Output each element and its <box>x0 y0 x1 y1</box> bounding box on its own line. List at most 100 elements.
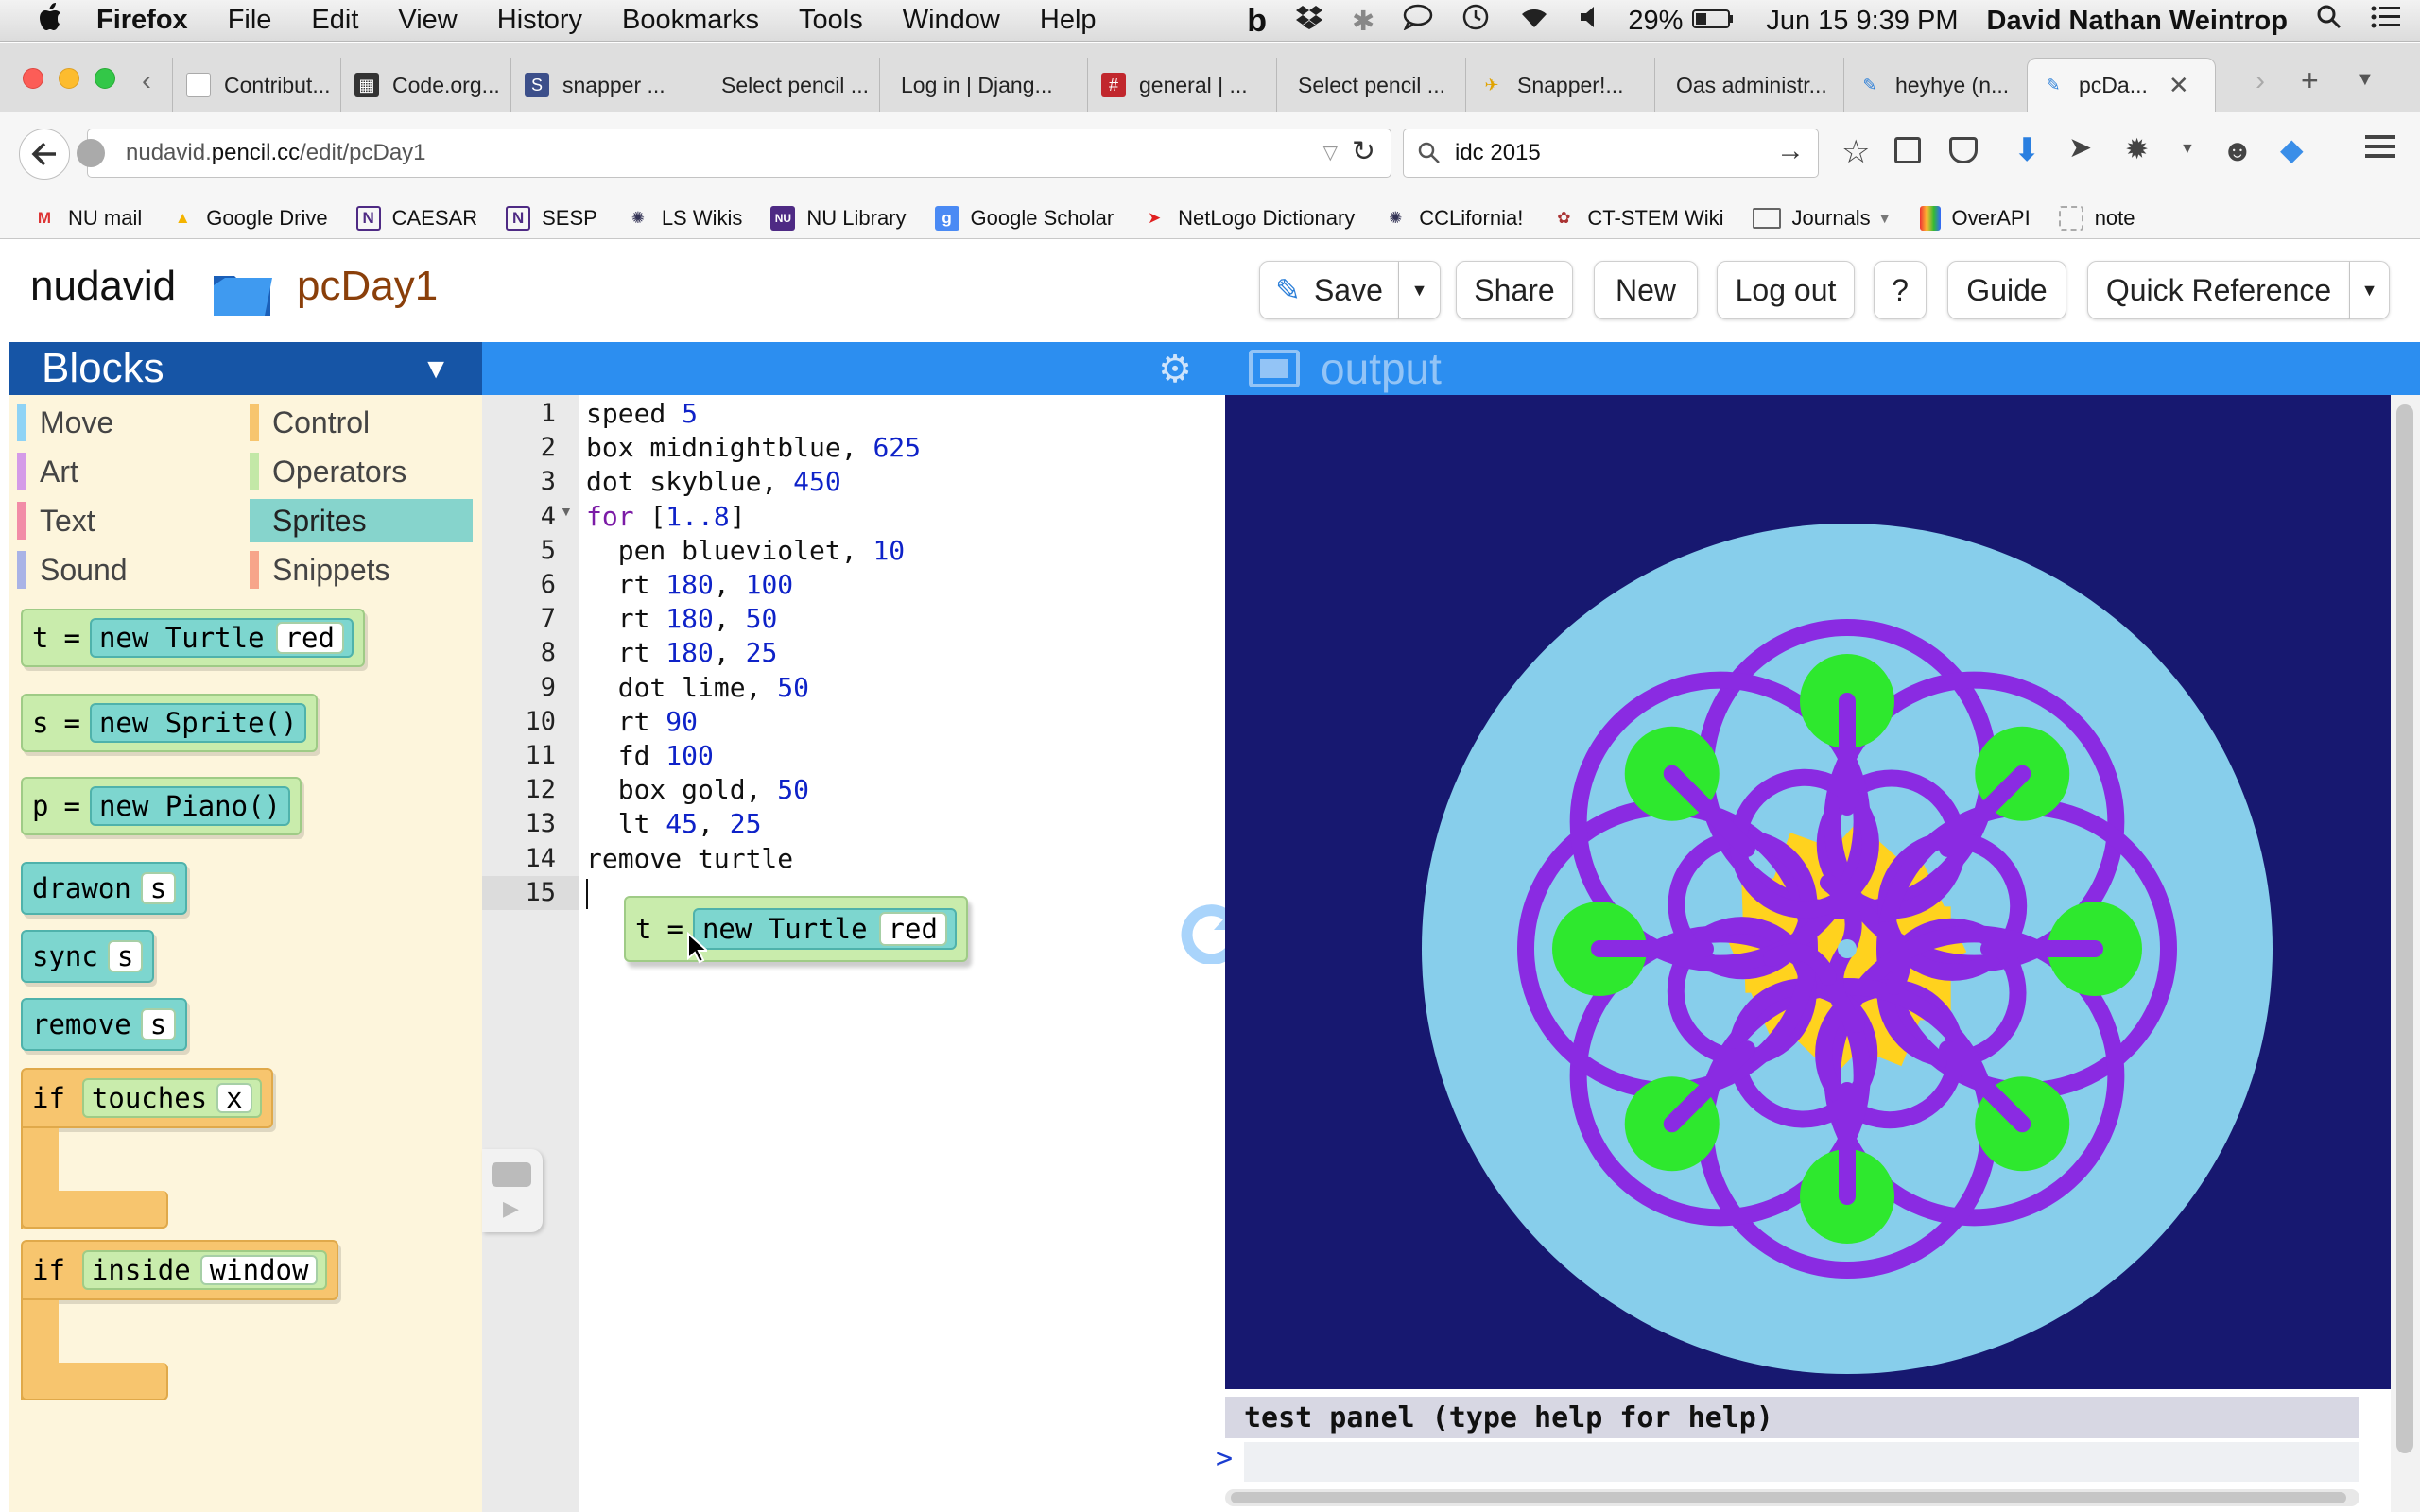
tab-general[interactable]: # general | ... <box>1087 58 1276 112</box>
new-sprite-block[interactable]: s = new Sprite() <box>21 694 319 752</box>
wifi-icon[interactable] <box>1518 5 1550 37</box>
bookmark-ct-stem-wiki[interactable]: ✿ CT-STEM Wiki <box>1551 206 1723 231</box>
quick-reference-button[interactable]: Quick Reference <box>2087 261 2350 319</box>
category-text[interactable]: Text <box>17 499 244 542</box>
tab-contributors[interactable]: Contribut... <box>172 58 340 112</box>
bookmark-nu-mail[interactable]: M NU mail <box>32 206 142 231</box>
code-line[interactable]: speed 5 <box>586 397 698 431</box>
output-scrollbar-thumb[interactable] <box>2396 404 2413 1453</box>
fullscreen-icon[interactable] <box>1249 350 1300 387</box>
bookmark-star-icon[interactable]: ☆ <box>1841 133 1870 171</box>
drawon-block[interactable]: drawon s <box>21 862 188 915</box>
chat-icon[interactable]: ☻ <box>2221 133 2254 168</box>
bookmark-nu-library[interactable]: NU NU Library <box>770 205 907 231</box>
tab-pcday1[interactable]: ✎ pcDa... ✕ <box>2027 58 2216 112</box>
output-canvas[interactable] <box>1225 395 2391 1389</box>
turtle-color-slot[interactable]: red <box>275 622 344 654</box>
save-button[interactable]: ✎ Save <box>1259 261 1399 319</box>
clock[interactable]: Jun 15 9:39 PM <box>1766 6 1958 37</box>
bookmark-overapi[interactable]: OverAPI <box>1919 205 2031 231</box>
code-line[interactable]: rt 180, 25 <box>586 636 778 670</box>
bookmark-netlogo[interactable]: ➤ NetLogo Dictionary <box>1142 206 1355 231</box>
category-sprites[interactable]: Sprites <box>250 499 473 542</box>
bookmark-cclifornia[interactable]: ✺ CCLifornia! <box>1383 206 1523 231</box>
tab-code-org[interactable]: ▦ Code.org... <box>340 58 510 112</box>
quick-reference-dropdown[interactable]: ▼ <box>2350 261 2390 319</box>
new-piano-block[interactable]: p = new Piano() <box>21 777 302 835</box>
if-inside-window-block[interactable]: if inside window <box>21 1240 342 1404</box>
remove-arg-slot[interactable]: s <box>140 1008 177 1040</box>
output-scrollbar-track[interactable] <box>2391 395 2420 1512</box>
category-snippets[interactable]: Snippets <box>250 548 476 592</box>
notification-center-icon[interactable] <box>2371 5 2401 37</box>
tab-list-icon[interactable]: ▼ <box>2356 69 2375 91</box>
tab-oas-admin[interactable]: Oas administr... <box>1654 58 1843 112</box>
close-window-button[interactable] <box>23 68 43 89</box>
tab-heyhye[interactable]: ✎ heyhye (n... <box>1843 58 2023 112</box>
new-tab-icon[interactable]: + <box>2301 63 2319 98</box>
volume-icon[interactable] <box>1579 5 1599 37</box>
bookmark-ls-wikis[interactable]: ✺ LS Wikis <box>626 206 743 231</box>
guide-button[interactable]: Guide <box>1947 261 2066 319</box>
search-input[interactable]: idc 2015 <box>1455 140 1541 166</box>
horizontal-scrollbar[interactable] <box>1225 1489 2360 1506</box>
user-name[interactable]: David Nathan Weintrop <box>1987 6 2289 37</box>
dropbox-icon[interactable] <box>1295 5 1323 37</box>
tab-scroll-left-icon[interactable]: ‹ <box>142 65 151 97</box>
menu-window[interactable]: Window <box>903 5 1000 36</box>
spotlight-icon[interactable] <box>2316 4 2342 38</box>
share-button[interactable]: Share <box>1456 261 1573 319</box>
url-bar[interactable]: nudavid.pencil.cc/edit/pcDay1 ▽ ↻ <box>77 129 1392 178</box>
code-line[interactable]: dot lime, 50 <box>586 671 809 705</box>
tab-select-pencil-2[interactable]: Select pencil ... <box>1276 58 1465 112</box>
if-touches-block[interactable]: if touches x <box>21 1068 276 1232</box>
apple-icon[interactable] <box>36 2 62 40</box>
search-bar[interactable]: idc 2015 → <box>1403 129 1819 178</box>
menu-view[interactable]: View <box>398 5 457 36</box>
site-info-icon[interactable] <box>77 139 105 167</box>
tab-snapper[interactable]: Ssnapper ... <box>510 58 700 112</box>
minimize-window-button[interactable] <box>59 68 79 89</box>
extension-menu-icon[interactable]: ▼ <box>2180 141 2195 158</box>
folder-logo-icon[interactable] <box>210 259 276 319</box>
menu-edit[interactable]: Edit <box>311 5 358 36</box>
category-operators[interactable]: Operators <box>250 450 476 493</box>
tab-select-pencil-1[interactable]: Select pencil ... <box>700 58 879 112</box>
shield-extension-icon[interactable]: ◆ <box>2280 131 2304 167</box>
bookmark-google-drive[interactable]: ▲ Google Drive <box>170 206 328 231</box>
time-machine-icon[interactable] <box>1461 3 1490 39</box>
code-line[interactable]: remove turtle <box>586 842 793 876</box>
touches-arg-slot[interactable]: x <box>216 1082 252 1114</box>
bluetooth-icon[interactable]: ✱ <box>1352 5 1374 38</box>
bookmark-caesar[interactable]: N CAESAR <box>355 205 477 231</box>
tab-django-login[interactable]: Log in | Djang... <box>879 58 1087 112</box>
url-text[interactable]: nudavid.pencil.cc/edit/pcDay1 <box>126 140 426 166</box>
logout-button[interactable]: Log out <box>1717 261 1855 319</box>
code-line[interactable]: rt 90 <box>586 705 698 739</box>
messages-icon[interactable] <box>1403 4 1433 38</box>
search-go-icon[interactable]: → <box>1776 135 1805 167</box>
code-line[interactable]: rt 180, 50 <box>586 602 778 636</box>
category-move[interactable]: Move <box>17 401 244 444</box>
save-options-dropdown[interactable]: ▼ <box>1399 261 1441 319</box>
extension-bug-icon[interactable]: ✹ <box>2125 133 2149 166</box>
blocks-collapse-icon[interactable]: ▼ <box>422 353 450 386</box>
code-line[interactable]: box gold, 50 <box>586 773 809 807</box>
gear-icon[interactable]: ⚙ <box>1158 348 1192 391</box>
code-line[interactable]: box midnightblue, 625 <box>586 431 921 465</box>
test-panel-input[interactable] <box>1244 1442 2360 1482</box>
fold-arrow-icon[interactable]: ▼ <box>560 504 573 519</box>
pocket-icon[interactable] <box>1949 137 1978 163</box>
send-icon[interactable]: ➤ <box>2068 131 2092 164</box>
reload-icon[interactable]: ↻ <box>1352 135 1375 168</box>
username-link[interactable]: nudavid <box>30 263 176 310</box>
back-button[interactable] <box>19 129 70 180</box>
bookmark-journals-folder[interactable]: Journals ▼ <box>1752 206 1892 231</box>
code-line[interactable]: rt 180, 100 <box>586 568 793 602</box>
menu-file[interactable]: File <box>228 5 272 36</box>
bitly-icon[interactable]: b <box>1247 3 1267 40</box>
remove-block[interactable]: remove s <box>21 998 188 1051</box>
code-line[interactable]: pen blueviolet, 10 <box>586 534 905 568</box>
menu-app-name[interactable]: Firefox <box>96 5 188 36</box>
downloads-icon[interactable]: ⬇ <box>2014 131 2041 169</box>
